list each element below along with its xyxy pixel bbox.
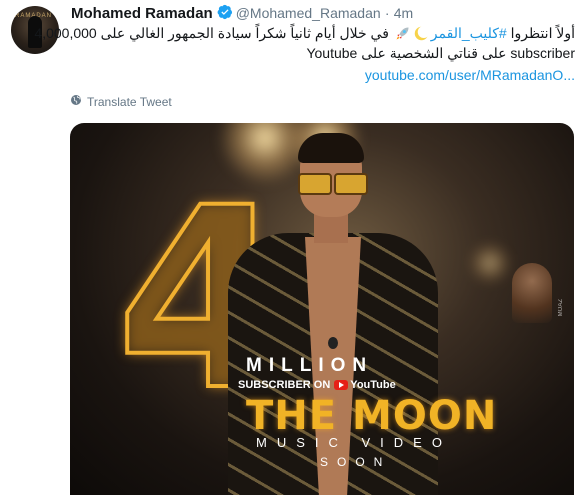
hashtag-link[interactable]: #كليب_القمر [431, 25, 507, 41]
pendant [328, 337, 338, 349]
soon-label: SOON [320, 455, 392, 469]
sunglasses [296, 173, 368, 195]
subscriber-on-label: SUBSCRIBER ON YouTube [238, 379, 396, 391]
crescent-moon-emoji [414, 26, 430, 41]
tweet-text-intro: أولاً انتظروا [506, 25, 575, 41]
youtube-text: YouTube [350, 379, 396, 391]
subscriber-text: SUBSCRIBER ON [238, 379, 331, 391]
author-handle[interactable]: @Mohamed_Ramadan [236, 5, 381, 21]
tweet-text-rest: في خلال أيام ثانياً شكراً سيادة الجمهور … [34, 25, 393, 41]
youtube-logo: YouTube [334, 379, 396, 391]
translate-tweet-button[interactable]: Translate Tweet [70, 94, 172, 109]
title-the-moon: THE MOON [246, 393, 498, 439]
watermark: MOAZ [558, 299, 564, 317]
background-person [512, 263, 552, 323]
hair [298, 133, 364, 163]
youtube-play-icon [334, 380, 349, 390]
tweet-text-line2: subscriber على قناتي الشخصية على Youtube [306, 45, 575, 61]
translate-label[interactable]: Translate Tweet [87, 95, 172, 109]
tweet-text-line1: أولاً انتظروا #كليب_القمر في خلال أيام ث… [34, 25, 575, 42]
tweet-timestamp[interactable]: 4m [394, 5, 413, 21]
author-name[interactable]: Mohamed Ramadan [71, 5, 213, 22]
globe-icon [70, 94, 82, 109]
tweet-media-image[interactable]: 4 MILLION SUBSCRIBER ON YouTube THE MOON… [70, 123, 574, 495]
youtube-link[interactable]: youtube.com/user/MRamadanO... [365, 67, 575, 83]
stage-light [470, 243, 510, 283]
tweet-header: Mohamed Ramadan @Mohamed_Ramadan · 4m [71, 4, 413, 24]
neck [314, 213, 348, 243]
rocket-emoji [395, 26, 410, 41]
youtube-link-text[interactable]: youtube.com/user/MRamadanO... [365, 67, 575, 83]
verified-badge-icon [217, 4, 233, 24]
separator-dot: · [384, 5, 390, 21]
music-video-label: MUSIC VIDEO [256, 435, 452, 450]
million-label: MILLION [246, 355, 374, 376]
